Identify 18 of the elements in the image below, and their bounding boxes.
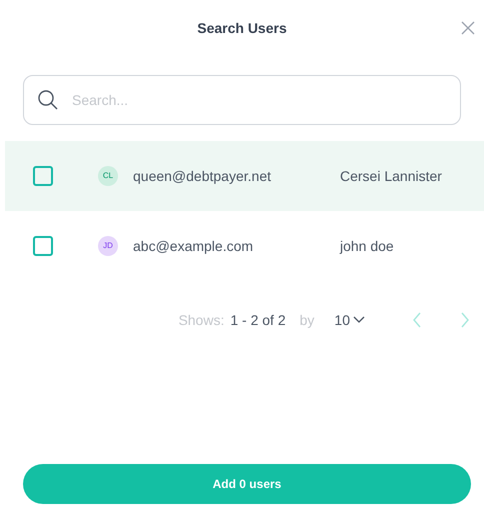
by-label: by	[300, 310, 314, 330]
user-email: queen@debtpayer.net	[133, 166, 272, 186]
dialog-title: Search Users	[197, 18, 287, 38]
avatar: CL	[98, 166, 118, 186]
user-name: john doe	[340, 236, 394, 256]
user-row[interactable]: CL queen@debtpayer.net Cersei Lannister	[5, 141, 484, 211]
checkbox[interactable]	[33, 166, 53, 186]
close-icon[interactable]	[460, 20, 476, 36]
chevron-down-icon	[353, 316, 365, 324]
shows-label: Shows:	[178, 310, 224, 330]
checkbox[interactable]	[33, 236, 53, 256]
user-name: Cersei Lannister	[340, 166, 442, 186]
page-range: 1 - 2 of 2	[230, 310, 286, 330]
user-email: abc@example.com	[133, 236, 254, 256]
search-icon	[37, 89, 59, 111]
avatar: JD	[98, 236, 118, 256]
search-field[interactable]: Search...	[23, 75, 461, 125]
page-size-dropdown[interactable]: 10	[334, 310, 365, 330]
